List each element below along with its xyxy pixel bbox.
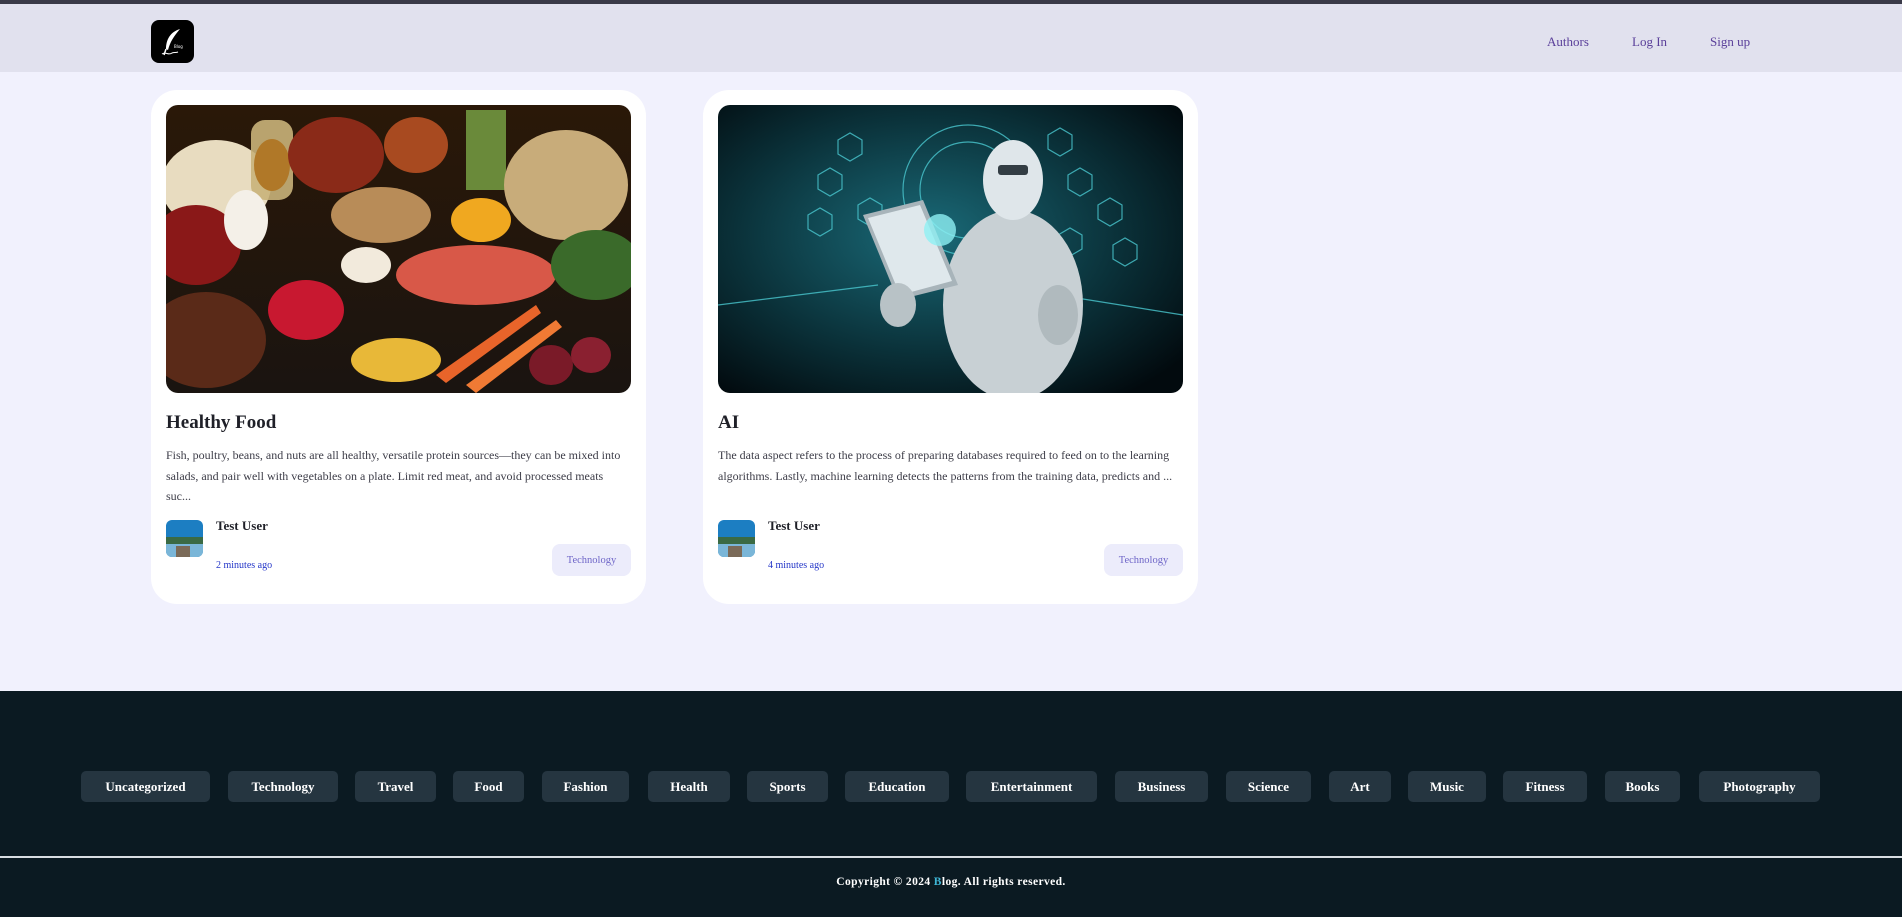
post-title[interactable]: Healthy Food bbox=[166, 412, 276, 434]
author-name[interactable]: Test User bbox=[768, 518, 820, 534]
category-photography[interactable]: Photography bbox=[1699, 771, 1820, 802]
post-excerpt: Fish, poultry, beans, and nuts are all h… bbox=[166, 448, 621, 503]
copyright-prefix: Copyright © 2024 bbox=[836, 876, 934, 888]
nav-signup-link[interactable]: Sign up bbox=[1710, 34, 1750, 50]
brand-letter: B bbox=[933, 876, 942, 888]
category-books[interactable]: Books bbox=[1605, 771, 1680, 802]
category-art[interactable]: Art bbox=[1329, 771, 1391, 802]
category-technology[interactable]: Technology bbox=[228, 771, 338, 802]
category-tag[interactable]: Technology bbox=[1104, 544, 1183, 576]
post-image-robot[interactable] bbox=[718, 105, 1183, 393]
author-avatar[interactable] bbox=[166, 520, 203, 557]
category-uncategorized[interactable]: Uncategorized bbox=[81, 771, 210, 802]
category-travel[interactable]: Travel bbox=[355, 771, 436, 802]
post-excerpt: The data aspect refers to the process of… bbox=[718, 448, 1173, 483]
author-avatar[interactable] bbox=[718, 520, 755, 557]
post-title[interactable]: AI bbox=[718, 412, 739, 434]
category-business[interactable]: Business bbox=[1115, 771, 1208, 802]
top-navbar: Blog Authors Log In Sign up bbox=[0, 0, 1902, 72]
post-image-food[interactable] bbox=[166, 105, 631, 393]
post-time: 2 minutes ago bbox=[216, 560, 273, 571]
category-fitness[interactable]: Fitness bbox=[1503, 771, 1587, 802]
category-tag[interactable]: Technology bbox=[552, 544, 631, 576]
copyright-suffix: log. All rights reserved. bbox=[941, 876, 1066, 888]
category-sports[interactable]: Sports bbox=[747, 771, 828, 802]
category-entertainment[interactable]: Entertainment bbox=[966, 771, 1097, 802]
quill-icon: Blog bbox=[161, 28, 183, 55]
logo-text: Blog bbox=[174, 44, 183, 49]
copyright-text: Copyright © 2024 Blog. All rights reserv… bbox=[0, 876, 1902, 888]
author-name[interactable]: Test User bbox=[216, 518, 268, 534]
category-fashion[interactable]: Fashion bbox=[542, 771, 629, 802]
site-logo[interactable]: Blog bbox=[151, 20, 194, 63]
footer-divider bbox=[0, 856, 1902, 858]
category-health[interactable]: Health bbox=[648, 771, 730, 802]
site-footer: Uncategorized Technology Travel Food Fas… bbox=[0, 691, 1902, 917]
post-time: 4 minutes ago bbox=[768, 560, 825, 571]
category-food[interactable]: Food bbox=[453, 771, 524, 802]
nav-login-link[interactable]: Log In bbox=[1632, 34, 1667, 50]
category-music[interactable]: Music bbox=[1408, 771, 1486, 802]
post-card[interactable]: Healthy Food Fish, poultry, beans, and n… bbox=[151, 90, 646, 604]
nav-authors-link[interactable]: Authors bbox=[1547, 34, 1589, 50]
category-education[interactable]: Education bbox=[845, 771, 949, 802]
post-card[interactable]: AI The data aspect refers to the process… bbox=[703, 90, 1198, 604]
category-science[interactable]: Science bbox=[1226, 771, 1311, 802]
